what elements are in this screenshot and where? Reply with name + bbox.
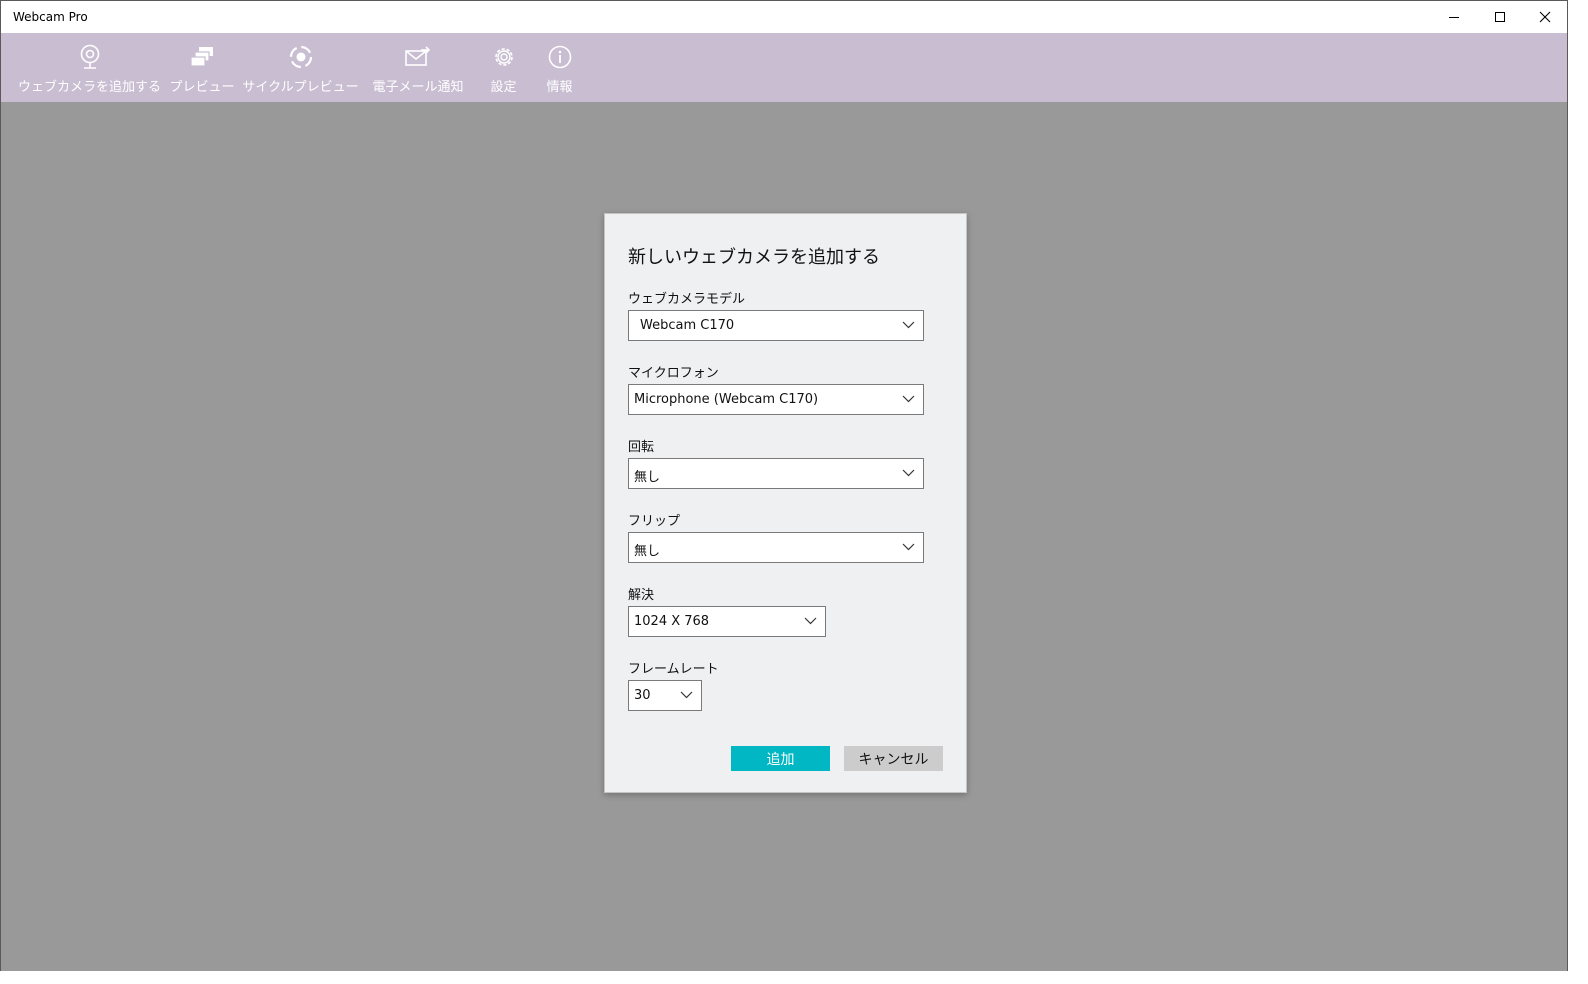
framerate-select[interactable]: 30 [628, 680, 702, 711]
toolbar: ウェブカメラを追加する プレビュー サイクルプレビュー 電子メール通知 設定 情… [1, 33, 1567, 102]
resolution-label: 解決 [628, 588, 655, 603]
app-window: Webcam Pro ウェブカメラを追加する プレビュー サイクルプレビュー 電… [0, 0, 1568, 971]
email-icon [404, 42, 432, 72]
toolbar-email-notify[interactable]: 電子メール通知 [372, 33, 464, 102]
resolution-select[interactable]: 1024 X 768 [628, 606, 826, 637]
add-webcam-dialog: 新しいウェブカメラを追加する ウェブカメラモデル Webcam C170 マイク… [604, 213, 967, 793]
maximize-icon [1495, 12, 1505, 22]
toolbar-cycle-preview[interactable]: サイクルプレビュー [242, 33, 359, 102]
window-title: Webcam Pro [13, 10, 88, 24]
microphone-label: マイクロフォン [628, 366, 719, 381]
dialog-title: 新しいウェブカメラを追加する [628, 247, 880, 268]
webcam-icon [78, 42, 102, 72]
microphone-value: Microphone (Webcam C170) [634, 392, 819, 407]
resolution-value: 1024 X 768 [634, 614, 710, 629]
title-bar: Webcam Pro [1, 1, 1567, 33]
minimize-icon [1449, 17, 1459, 18]
gear-icon [491, 42, 517, 72]
close-icon [1539, 11, 1551, 23]
rotation-select[interactable]: 無し [628, 458, 924, 489]
chevron-down-icon [680, 691, 693, 699]
framerate-label: フレームレート [628, 662, 719, 677]
flip-select[interactable]: 無し [628, 532, 924, 563]
toolbar-email-notify-label: 電子メール通知 [372, 80, 464, 95]
toolbar-settings-label: 設定 [490, 80, 517, 95]
microphone-select[interactable]: Microphone (Webcam C170) [628, 384, 924, 415]
chevron-down-icon [902, 321, 915, 329]
toolbar-info[interactable]: 情報 [543, 33, 576, 102]
framerate-value: 30 [634, 688, 651, 703]
cancel-button[interactable]: キャンセル [844, 746, 943, 771]
info-icon [547, 42, 573, 72]
chevron-down-icon [804, 617, 817, 625]
rotation-value: 無し [634, 470, 661, 485]
chevron-down-icon [902, 469, 915, 477]
chevron-down-icon [902, 543, 915, 551]
toolbar-settings[interactable]: 設定 [487, 33, 520, 102]
webcam-model-value: Webcam C170 [640, 318, 735, 333]
toolbar-info-label: 情報 [546, 80, 573, 95]
webcam-model-label: ウェブカメラモデル [628, 292, 746, 307]
flip-label: フリップ [628, 514, 681, 529]
preview-icon [189, 42, 215, 72]
minimize-button[interactable] [1431, 1, 1477, 33]
cycle-icon [288, 42, 314, 72]
toolbar-add-webcam-label: ウェブカメラを追加する [18, 80, 162, 95]
flip-value: 無し [634, 544, 661, 559]
webcam-model-select[interactable]: Webcam C170 [628, 310, 924, 341]
close-button[interactable] [1522, 1, 1568, 33]
chevron-down-icon [902, 395, 915, 403]
add-button[interactable]: 追加 [731, 746, 830, 771]
rotation-label: 回転 [628, 440, 655, 455]
toolbar-preview[interactable]: プレビュー [170, 33, 235, 102]
maximize-button[interactable] [1477, 1, 1523, 33]
toolbar-cycle-preview-label: サイクルプレビュー [242, 80, 359, 95]
toolbar-add-webcam[interactable]: ウェブカメラを追加する [18, 33, 161, 102]
toolbar-preview-label: プレビュー [169, 80, 235, 95]
